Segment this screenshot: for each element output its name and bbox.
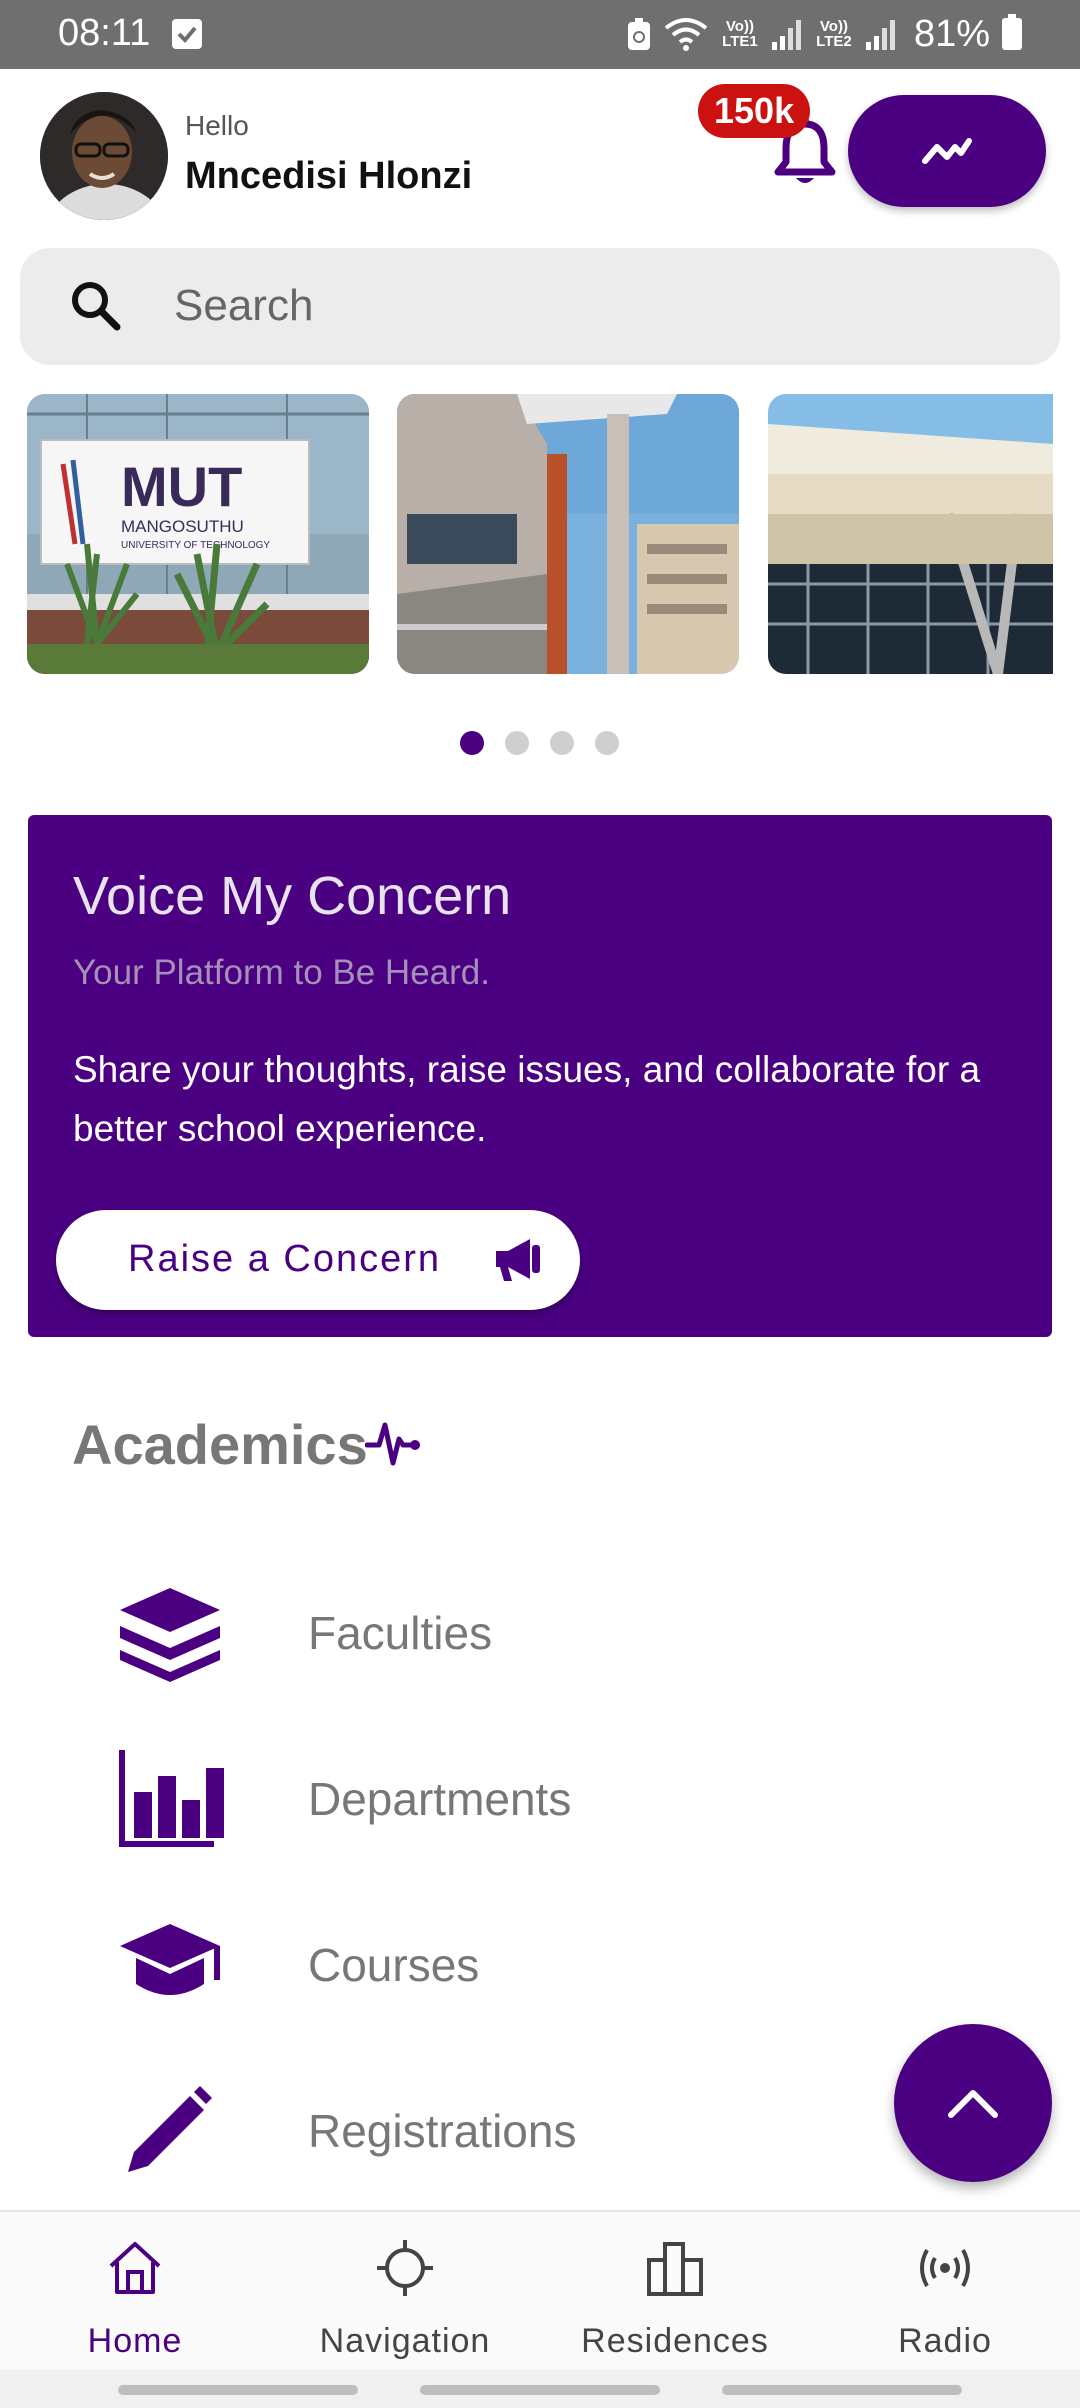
status-icons: Vo)) LTE1 Vo)) LTE2 81% [626, 10, 1022, 58]
graduation-cap-icon [120, 1924, 220, 1995]
greeting: Hello [185, 110, 249, 141]
home-icon [109, 2242, 161, 2294]
svg-text:MUT: MUT [121, 455, 242, 518]
status-time: 08:11 [58, 12, 151, 54]
nav-radio[interactable]: Radio [810, 2230, 1080, 2360]
avatar[interactable] [40, 92, 168, 220]
nav-navigation[interactable]: Navigation [270, 2230, 540, 2360]
gesture-handle[interactable] [118, 2385, 358, 2395]
megaphone-icon [496, 1239, 540, 1281]
academics-item-label: Faculties [308, 1607, 493, 1659]
svg-text:UNIVERSITY OF TECHNOLOGY: UNIVERSITY OF TECHNOLOGY [121, 540, 270, 551]
academics-item-courses[interactable]: Courses [100, 1904, 800, 2024]
carousel-indicator [460, 731, 619, 755]
carousel-dot[interactable] [505, 731, 529, 755]
pulse-icon [365, 1422, 420, 1466]
voice-concern-card: Voice My Concern Your Platform to Be Hea… [28, 815, 1052, 1337]
nav-home[interactable]: Home [0, 2230, 270, 2360]
concern-title: Voice My Concern [73, 866, 512, 926]
gesture-handle[interactable] [722, 2385, 962, 2395]
gesture-bar [0, 2370, 1080, 2408]
carousel-dot[interactable] [550, 731, 574, 755]
nav-label: Radio [898, 2322, 992, 2360]
carousel-dot[interactable] [595, 731, 619, 755]
trends-button[interactable] [848, 95, 1046, 207]
carousel-slide-campus-walkway[interactable] [397, 394, 739, 674]
carousel-dot[interactable] [460, 731, 484, 755]
signal-icon [865, 20, 895, 50]
bar-chart-icon [119, 1750, 224, 1847]
checkbox-notification-icon [172, 19, 202, 49]
academics-item-label: Courses [308, 1939, 480, 1991]
raise-concern-label: Raise a Concern [128, 1238, 442, 1280]
academics-heading: Academics [72, 1413, 368, 1476]
chevron-up-icon [948, 2090, 998, 2118]
sim2-label: Vo)) LTE2 [816, 18, 852, 50]
status-bar: 08:11 Vo)) LTE1 Vo)) LTE2 81% [0, 0, 1080, 69]
nav-label: Navigation [319, 2322, 491, 2360]
carousel-slide-mut-sign[interactable]: MUT MANGOSUTHU UNIVERSITY OF TECHNOLOGY [27, 394, 369, 674]
nav-label: Home [87, 2322, 183, 2360]
gesture-handle[interactable] [420, 2385, 660, 2395]
academics-item-faculties[interactable]: Faculties [100, 1572, 800, 1692]
academics-item-label: Departments [308, 1773, 572, 1825]
search-input[interactable] [174, 276, 994, 336]
concern-subtitle: Your Platform to Be Heard. [73, 953, 490, 992]
sim1-label: Vo)) LTE1 [722, 18, 758, 50]
broadcast-icon [920, 2249, 970, 2287]
pencil-icon [128, 2086, 212, 2172]
scroll-to-top-button[interactable] [894, 2024, 1052, 2182]
raise-concern-button[interactable]: Raise a Concern [56, 1210, 580, 1310]
notification-badge: 150k [698, 84, 811, 138]
carousel-slide-building-entrance[interactable] [768, 394, 1053, 674]
concern-description: Share your thoughts, raise issues, and c… [73, 1049, 981, 1149]
buildings-icon [647, 2242, 703, 2296]
nav-residences[interactable]: Residences [540, 2230, 810, 2360]
academics-item-registrations[interactable]: Registrations [100, 2070, 800, 2190]
user-name: Mncedisi Hlonzi [185, 155, 473, 197]
academics-item-departments[interactable]: Departments [100, 1738, 800, 1858]
svg-text:MANGOSUTHU: MANGOSUTHU [121, 517, 244, 536]
nav-label: Residences [581, 2322, 769, 2360]
battery-icon [1002, 14, 1022, 50]
wifi-icon [664, 18, 708, 51]
crosshair-icon [377, 2240, 433, 2296]
layers-icon [120, 1588, 220, 1682]
bottom-navigation: Home Navigation Residences Radio [0, 2210, 1080, 2370]
search-icon [72, 282, 121, 331]
academics-item-label: Registrations [308, 2105, 577, 2157]
recycle-icon [627, 18, 650, 50]
battery-percent: 81% [913, 12, 990, 55]
search-bar[interactable] [20, 248, 1060, 365]
signal-icon [771, 20, 801, 50]
trending-icon [922, 138, 972, 164]
